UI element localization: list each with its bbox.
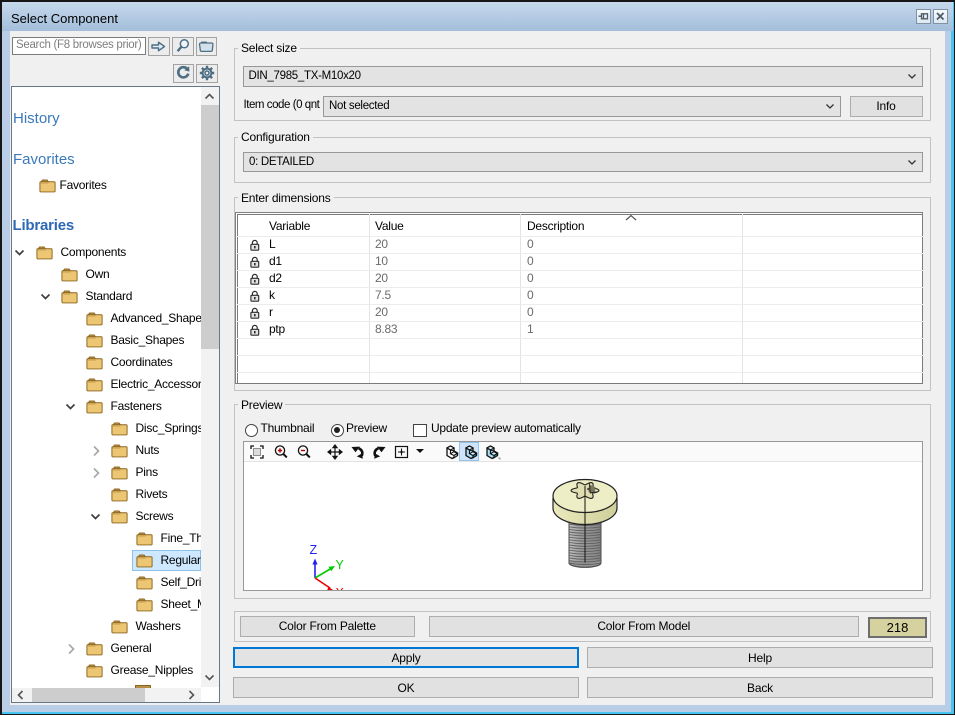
svg-text:Y: Y [335,558,344,572]
svg-text:X: X [335,586,344,591]
svg-text:Z: Z [309,543,317,557]
